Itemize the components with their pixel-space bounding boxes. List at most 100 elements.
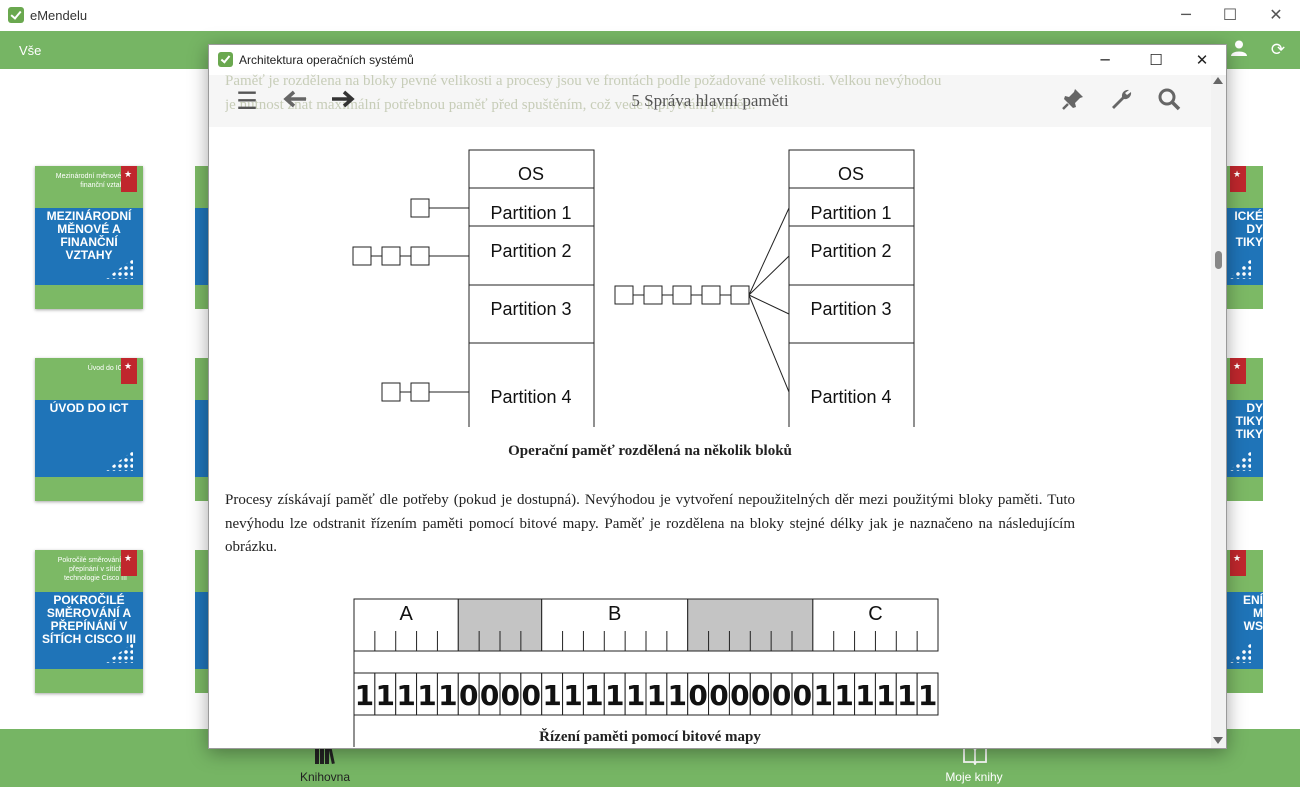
book-cover[interactable]: Úvod do ICT ÚVOD DO ICT — [35, 358, 143, 501]
book-cover[interactable]: ENÍ M WS — [1225, 550, 1263, 693]
scroll-down-icon[interactable] — [1213, 737, 1223, 744]
partition-label: Partition 2 — [810, 241, 891, 261]
bit-value: 1 — [855, 679, 874, 712]
dots-pattern — [1229, 259, 1251, 279]
bit-value: 1 — [834, 679, 853, 712]
nav-my-books-label: Moje knihy — [945, 770, 1003, 784]
partition-label: Partition 1 — [810, 203, 891, 223]
minimize-icon[interactable]: ─ — [1175, 4, 1197, 26]
book-cover[interactable] — [195, 166, 209, 309]
partition-label: Partition 4 — [490, 387, 571, 407]
book-title: POKROČILÉ SMĚROVÁNÍ A PŘEPÍNÁNÍ V SÍTÍCH… — [41, 593, 136, 646]
bookmark-ribbon-icon — [1230, 358, 1246, 384]
user-icon[interactable] — [1228, 39, 1250, 61]
bit-value: 1 — [417, 679, 436, 712]
bitmap-figure: A B C1 1 1 1 1 0 0 0 0 1 1 1 1 1 1 1 0 0 0 0 0 0 1 1 1 1 1 1 — [353, 598, 939, 747]
reader-window: Architektura operačních systémů ─ ☐ ✕ Pa… — [208, 44, 1227, 749]
bit-value: 1 — [355, 679, 374, 712]
reader-toolbar: Paměť je rozdělena na bloky pevné veliko… — [209, 73, 1211, 127]
forward-arrow-icon[interactable] — [329, 87, 357, 115]
book-cover[interactable] — [195, 358, 209, 501]
search-icon[interactable] — [1155, 87, 1183, 115]
app-title: eMendelu — [30, 8, 88, 23]
figure-caption: Operační paměť rozdělená na několik blok… — [508, 443, 792, 459]
bit-value: 1 — [563, 679, 582, 712]
scroll-thumb[interactable] — [1215, 251, 1222, 269]
book-cover[interactable]: Pokročilé směrování a přepínání v sítích… — [35, 550, 143, 693]
book-cover[interactable]: Mezinárodní měnové a finanční vztahy MEZ… — [35, 166, 143, 309]
bookmark-ribbon-icon — [121, 358, 137, 384]
book-title: ICKÉ DY TIKY — [1234, 209, 1263, 249]
bit-value: 0 — [772, 679, 791, 712]
dots-pattern — [1229, 451, 1251, 471]
bit-value: 1 — [584, 679, 603, 712]
bit-value: 1 — [918, 679, 937, 712]
bookmark-ribbon-icon — [121, 550, 137, 576]
bit-value: 1 — [814, 679, 833, 712]
bit-value: 1 — [876, 679, 895, 712]
scroll-up-icon[interactable] — [1213, 77, 1223, 84]
bit-value: 0 — [480, 679, 499, 712]
app-logo-icon — [8, 7, 24, 23]
reader-scrollbar[interactable] — [1211, 75, 1226, 748]
bit-value: 0 — [730, 679, 749, 712]
body-paragraph: Procesy získávají paměť dle potřeby (pok… — [225, 492, 1075, 555]
back-arrow-icon[interactable] — [281, 87, 309, 115]
book-title: DY TIKY TIKY — [1235, 401, 1263, 441]
bit-value: 1 — [897, 679, 916, 712]
bit-value: 1 — [376, 679, 395, 712]
segment-label: C — [868, 603, 882, 625]
bookmark-ribbon-icon — [121, 166, 137, 192]
segment-label: B — [608, 603, 621, 625]
os-label: OS — [518, 164, 544, 184]
dots-pattern — [105, 643, 133, 663]
bit-value: 0 — [459, 679, 478, 712]
sync-icon[interactable]: ⟳ — [1267, 39, 1289, 61]
bit-value: 0 — [709, 679, 728, 712]
reader-content: OS Partition 1 Partition 2 Partition 3 P… — [209, 127, 1211, 748]
book-subtitle: Mezinárodní měnové a finanční vztahy — [55, 173, 127, 189]
book-title: ENÍ M WS — [1242, 593, 1263, 633]
app-logo-icon — [218, 52, 233, 67]
bit-value: 1 — [626, 679, 645, 712]
close-icon[interactable]: ✕ — [1265, 4, 1287, 26]
dots-pattern — [105, 451, 133, 471]
minimize-icon[interactable]: ─ — [1094, 49, 1116, 71]
bookmark-ribbon-icon — [1230, 166, 1246, 192]
partition-label: Partition 4 — [810, 387, 891, 407]
book-title: ÚVOD DO ICT — [49, 401, 129, 415]
maximize-icon[interactable]: ☐ — [1145, 49, 1167, 71]
bit-value: 1 — [438, 679, 457, 712]
partition-label: Partition 1 — [490, 203, 571, 223]
book-cover[interactable]: ICKÉ DY TIKY — [1225, 166, 1263, 309]
partition-label: Partition 3 — [810, 299, 891, 319]
dots-pattern — [105, 259, 133, 279]
filter-all-button[interactable]: Vše — [19, 43, 41, 58]
dots-pattern — [1229, 643, 1251, 663]
bit-value: 0 — [751, 679, 770, 712]
book-cover[interactable] — [195, 550, 209, 693]
reader-window-title: Architektura operačních systémů — [239, 53, 414, 67]
pin-icon[interactable] — [1059, 87, 1087, 115]
memory-partitions-figure: OS Partition 1 Partition 2 Partition 3 P… — [352, 149, 915, 427]
bit-value: 1 — [396, 679, 415, 712]
close-icon[interactable]: ✕ — [1191, 49, 1213, 71]
bit-value: 0 — [688, 679, 707, 712]
chapter-title: 5 Správa hlavní paměti — [631, 91, 789, 110]
bit-value: 0 — [501, 679, 520, 712]
partition-label: Partition 2 — [490, 241, 571, 261]
bit-value: 0 — [793, 679, 812, 712]
bit-value: 1 — [668, 679, 687, 712]
segment-label: A — [399, 603, 413, 625]
book-subtitle: Úvod do ICT — [87, 365, 127, 372]
main-titlebar: eMendelu ─ ☐ ✕ — [0, 0, 1300, 32]
figure-caption: Řízení paměti pomocí bitové mapy — [539, 729, 761, 745]
wrench-icon[interactable] — [1107, 87, 1135, 115]
bit-value: 1 — [542, 679, 561, 712]
menu-icon[interactable]: ☰ — [233, 87, 261, 115]
bit-value: 1 — [647, 679, 666, 712]
book-title: MEZINÁRODNÍ MĚNOVÉ A FINANČNÍ VZTAHY — [46, 209, 132, 262]
book-cover[interactable]: DY TIKY TIKY — [1225, 358, 1263, 501]
maximize-icon[interactable]: ☐ — [1219, 4, 1241, 26]
bookmark-ribbon-icon — [1230, 550, 1246, 576]
